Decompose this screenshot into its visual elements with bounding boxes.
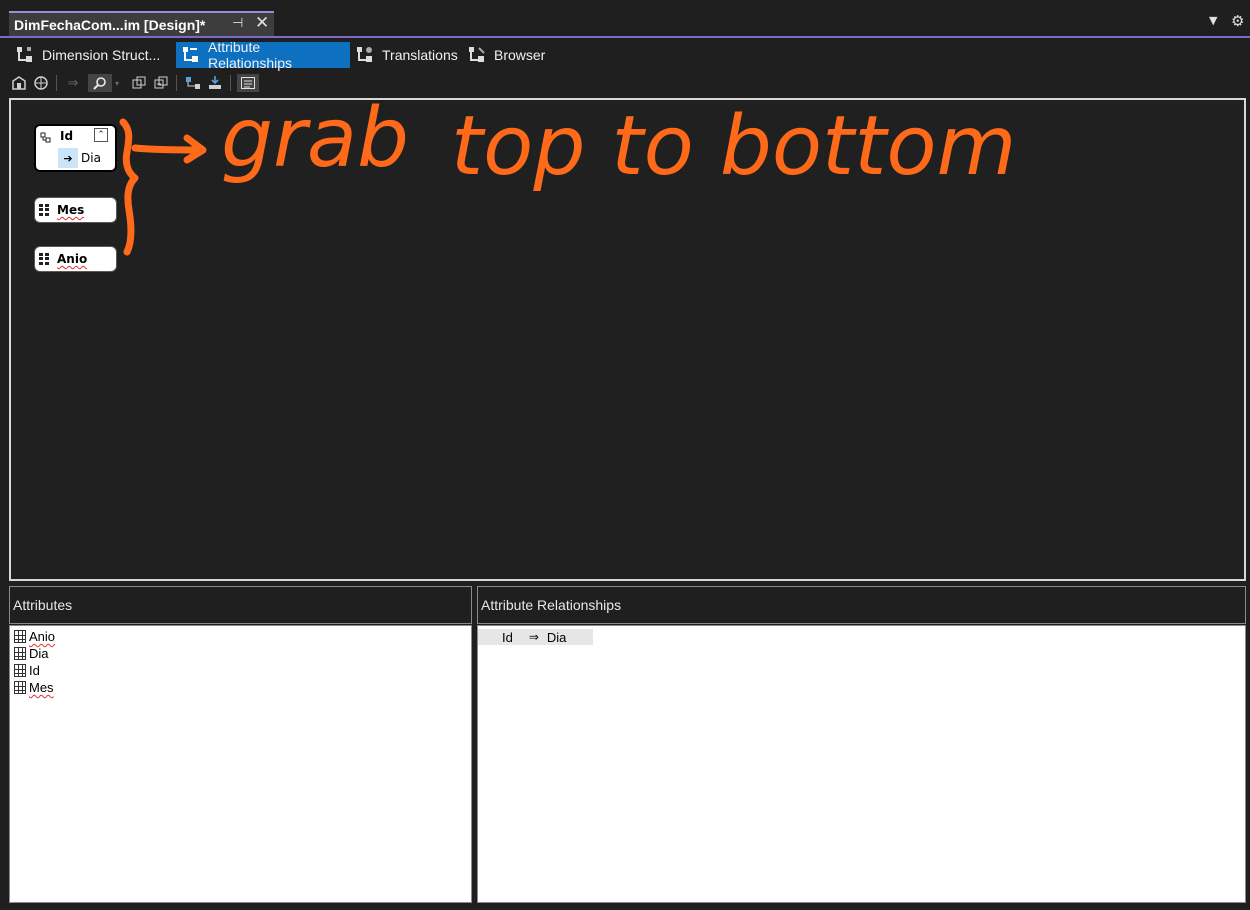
translations-icon [354,45,376,65]
toolbar-separator [176,75,177,91]
pane-title: Attributes [13,597,73,613]
list-item[interactable]: Dia [10,645,471,662]
collapse-all-icon[interactable] [130,74,148,92]
toolbar-separator [230,75,231,91]
attribute-icon [14,630,26,643]
annotation-text-grab: grab [221,100,409,186]
attribute-name: Id [29,663,40,678]
designer-toolbar: ⇒ ▾ [10,72,270,94]
attribute-icon [14,681,26,694]
tab-translations[interactable]: Translations [350,42,460,68]
zoom-icon[interactable] [88,74,112,92]
zoom-dropdown-icon[interactable]: ▾ [112,74,122,92]
tab-browser[interactable]: Browser [462,42,558,68]
diagram-canvas[interactable]: Id ⌃ ➔ Dia Mes Anio grab top to bottom [9,98,1246,581]
attributes-pane-header: Attributes [9,586,472,624]
relationship-source: Id [502,629,513,645]
auto-layout-icon[interactable] [206,74,224,92]
close-icon[interactable]: ✕ [255,13,269,33]
tab-attribute-relationships[interactable]: Attribute Relationships [176,39,350,71]
relationship-row[interactable]: Id ⇒ Dia [478,629,593,645]
attribute-icon [14,647,26,660]
process-icon[interactable] [10,74,28,92]
document-tab-title: DimFechaCom...im [Design]* [14,16,206,33]
tab-label: Browser [494,47,546,63]
attribute-relationships-icon [180,45,202,65]
list-item[interactable]: Mes [10,679,471,696]
pin-icon[interactable]: ⊣ [232,16,243,31]
annotation-text-direction: top to bottom [451,100,1016,194]
expand-all-icon[interactable] [152,74,170,92]
annotation-arrow-shaft [131,144,205,154]
pane-title: Attribute Relationships [481,597,622,613]
attribute-name: Dia [29,646,49,661]
attribute-name: Mes [29,680,54,695]
attributes-list[interactable]: Anio Dia Id Mes [9,625,472,903]
window-dropdown-icon[interactable]: ▼ [1209,14,1217,27]
browser-icon [466,45,488,65]
properties-icon[interactable] [237,74,259,92]
handwritten-annotation: grab top to bottom [119,100,1016,256]
tab-label: Dimension Struct... [42,47,161,63]
dimension-structure-icon [14,45,36,65]
new-key-icon[interactable] [184,74,202,92]
relationship-target: Dia [546,629,567,645]
document-tab[interactable]: DimFechaCom...im [Design]* ⊣ ✕ [9,11,274,36]
deploy-icon[interactable] [32,74,50,92]
relationships-list[interactable]: Id ⇒ Dia [477,625,1246,903]
key-attribute-icon [14,664,26,677]
list-item[interactable]: Id [10,662,471,679]
tab-label: Attribute Relationships [208,39,293,71]
attribute-name: Anio [29,629,56,644]
new-relationship-icon[interactable]: ⇒ [64,74,82,92]
annotation-bracket [119,118,139,256]
relationship-arrow-icon: ⇒ [528,630,539,644]
list-item[interactable]: Anio [10,628,471,645]
designer-tabs: Dimension Struct... Attribute Relationsh… [10,39,1240,71]
toolbar-separator [56,75,57,91]
gear-icon[interactable]: ⚙ [1231,12,1244,30]
tab-dimension-structure[interactable]: Dimension Struct... [10,42,170,68]
tab-label: Translations [382,47,458,63]
relationships-pane-header: Attribute Relationships [477,586,1246,624]
document-tab-strip: DimFechaCom...im [Design]* ⊣ ✕ ▼ ⚙ [0,0,1250,38]
